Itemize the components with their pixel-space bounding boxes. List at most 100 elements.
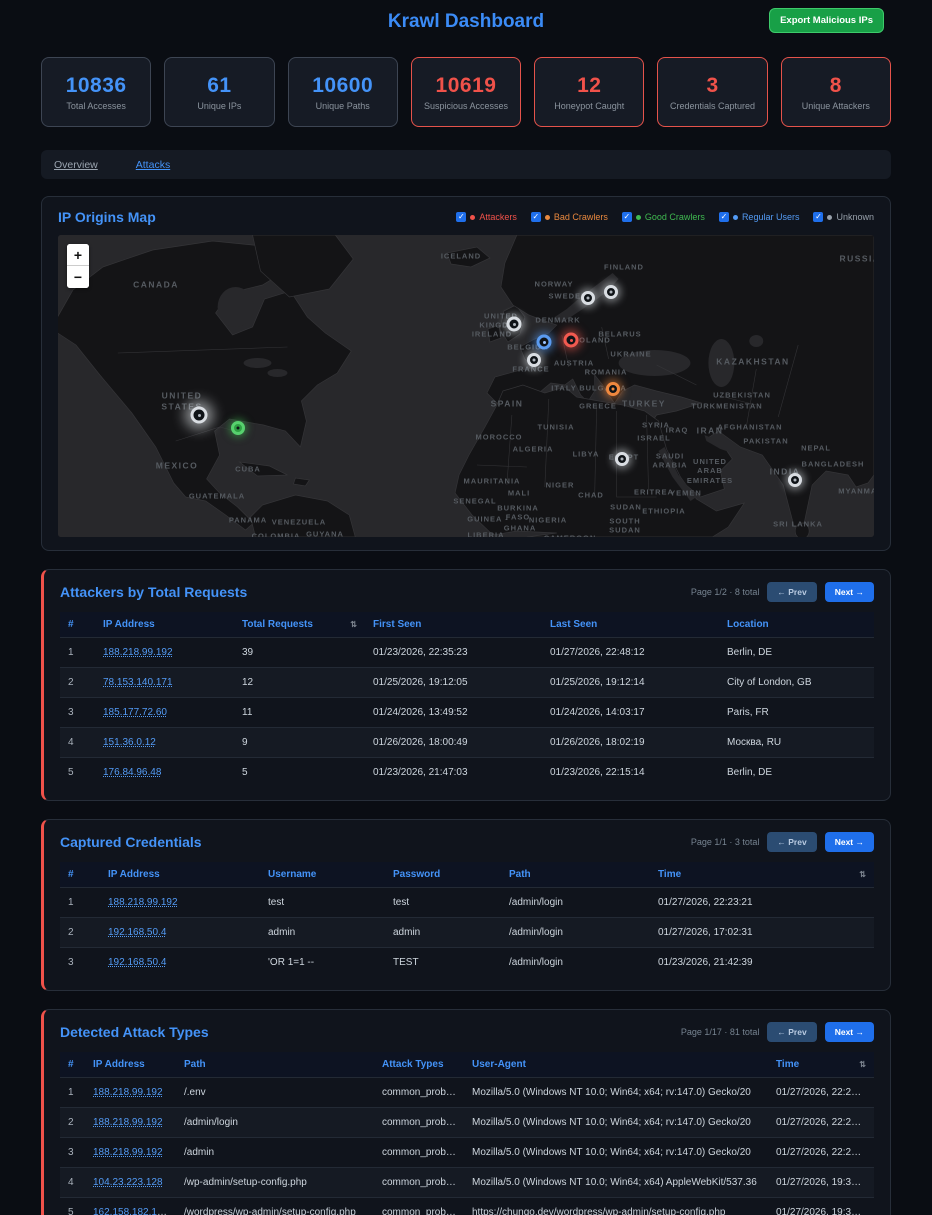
- stat-unique-ips: 61 Unique IPs: [164, 57, 274, 127]
- map-marker-attacker[interactable]: [564, 333, 579, 348]
- legend-regular-users[interactable]: ✓Regular Users: [719, 212, 800, 222]
- ip-link[interactable]: 188.218.99.192: [93, 1147, 163, 1158]
- legend-unknown[interactable]: ✓Unknown: [813, 212, 874, 222]
- attackers-pager: Page 1/2 · 8 total ← Prev Next →: [691, 582, 874, 602]
- attack-types-title: Detected Attack Types: [60, 1024, 209, 1040]
- table-row: 1 188.218.99.192 39 01/23/2026, 22:35:23…: [60, 638, 874, 668]
- stat-value: 10600: [312, 74, 373, 98]
- prev-button[interactable]: ← Prev: [767, 832, 816, 852]
- table-header-row: # IP Address Path Attack Types User-Agen…: [60, 1052, 874, 1078]
- ip-link[interactable]: 185.177.72.60: [103, 707, 167, 718]
- next-button[interactable]: Next →: [825, 582, 874, 602]
- next-button[interactable]: Next →: [825, 1022, 874, 1042]
- zoom-in-button[interactable]: +: [67, 244, 89, 266]
- col-password[interactable]: Password: [385, 862, 501, 888]
- ip-link[interactable]: 104.23.223.128: [93, 1177, 163, 1188]
- col-username[interactable]: Username: [260, 862, 385, 888]
- sort-icon[interactable]: ⇅: [859, 1060, 866, 1069]
- ip-link[interactable]: 192.168.50.4: [108, 957, 166, 968]
- world-map: [58, 235, 874, 537]
- col-index[interactable]: #: [60, 612, 95, 638]
- tab-attacks[interactable]: Attacks: [136, 159, 170, 171]
- checkbox-checked-icon[interactable]: ✓: [531, 212, 541, 222]
- legend-dot-icon: [636, 215, 641, 220]
- legend-dot-icon: [827, 215, 832, 220]
- ip-link[interactable]: 176.84.96.48: [103, 767, 161, 778]
- stat-suspicious-accesses: 10619 Suspicious Accesses: [411, 57, 521, 127]
- map-legend: ✓Attackers ✓Bad Crawlers ✓Good Crawlers …: [456, 212, 874, 222]
- map-marker-unknown[interactable]: [788, 473, 802, 487]
- legend-attackers[interactable]: ✓Attackers: [456, 212, 517, 222]
- ip-link[interactable]: 151.36.0.12: [103, 737, 156, 748]
- sort-icon[interactable]: ⇅: [350, 620, 357, 629]
- next-button[interactable]: Next →: [825, 832, 874, 852]
- table-row: 2 188.218.99.192 /admin/login common_pro…: [60, 1108, 874, 1138]
- stat-label: Suspicious Accesses: [424, 101, 508, 111]
- map-marker-unknown[interactable]: [191, 407, 208, 424]
- export-malicious-ips-button[interactable]: Export Malicious IPs: [769, 8, 884, 33]
- col-path[interactable]: Path: [501, 862, 650, 888]
- credentials-table: # IP Address Username Password Path ⇅Tim…: [60, 862, 874, 977]
- zoom-out-button[interactable]: −: [67, 266, 89, 288]
- prev-button[interactable]: ← Prev: [767, 1022, 816, 1042]
- col-total-requests[interactable]: ⇅Total Requests: [234, 612, 365, 638]
- col-attack-types[interactable]: Attack Types: [374, 1052, 464, 1078]
- legend-dot-icon: [470, 215, 475, 220]
- checkbox-checked-icon[interactable]: ✓: [813, 212, 823, 222]
- col-time[interactable]: ⇅Time: [768, 1052, 874, 1078]
- checkbox-checked-icon[interactable]: ✓: [456, 212, 466, 222]
- table-row: 3 192.168.50.4 'OR 1=1 -- TEST /admin/lo…: [60, 948, 874, 978]
- map-marker-unknown[interactable]: [615, 452, 629, 466]
- attack-types-pager: Page 1/17 · 81 total ← Prev Next →: [681, 1022, 874, 1042]
- map-marker-good[interactable]: [231, 421, 245, 435]
- ip-link[interactable]: 188.218.99.192: [93, 1117, 163, 1128]
- map-marker-unknown[interactable]: [527, 353, 541, 367]
- map-marker-unknown[interactable]: [507, 317, 522, 332]
- tab-overview[interactable]: Overview: [54, 159, 98, 171]
- map-marker-unknown[interactable]: [581, 291, 595, 305]
- stat-value: 8: [830, 74, 842, 98]
- attack-types-card: Detected Attack Types Page 1/17 · 81 tot…: [41, 1009, 891, 1215]
- stat-credentials-captured: 3 Credentials Captured: [657, 57, 767, 127]
- ip-link[interactable]: 188.218.99.192: [93, 1087, 163, 1098]
- prev-button[interactable]: ← Prev: [767, 582, 816, 602]
- map-canvas[interactable]: + − CANADAUNITED STATESMEXICOCUBAGUATEMA…: [58, 235, 874, 537]
- sort-icon[interactable]: ⇅: [859, 870, 866, 879]
- stats-row: 10836 Total Accesses 61 Unique IPs 10600…: [41, 57, 891, 127]
- page-info: Page 1/1 · 3 total: [691, 837, 760, 847]
- checkbox-checked-icon[interactable]: ✓: [719, 212, 729, 222]
- col-user-agent[interactable]: User-Agent: [464, 1052, 768, 1078]
- legend-good-crawlers[interactable]: ✓Good Crawlers: [622, 212, 705, 222]
- stat-label: Total Accesses: [66, 101, 126, 111]
- attackers-title: Attackers by Total Requests: [60, 584, 247, 600]
- table-row: 1 188.218.99.192 test test /admin/login …: [60, 888, 874, 918]
- stat-value: 10836: [66, 74, 127, 98]
- table-row: 2 192.168.50.4 admin admin /admin/login …: [60, 918, 874, 948]
- col-location[interactable]: Location: [719, 612, 874, 638]
- stat-label: Unique Paths: [316, 101, 370, 111]
- col-last-seen[interactable]: Last Seen: [542, 612, 719, 638]
- col-ip-address[interactable]: IP Address: [95, 612, 234, 638]
- ip-link[interactable]: 192.168.50.4: [108, 927, 166, 938]
- map-marker-unknown[interactable]: [604, 285, 618, 299]
- col-path[interactable]: Path: [176, 1052, 374, 1078]
- ip-link[interactable]: 162.158.182.104: [93, 1207, 168, 1215]
- ip-origins-map-card: IP Origins Map ✓Attackers ✓Bad Crawlers …: [41, 196, 891, 551]
- map-marker-bad[interactable]: [606, 382, 620, 396]
- col-index[interactable]: #: [60, 1052, 85, 1078]
- col-ip-address[interactable]: IP Address: [100, 862, 260, 888]
- ip-link[interactable]: 78.153.140.171: [103, 677, 173, 688]
- col-first-seen[interactable]: First Seen: [365, 612, 542, 638]
- stat-label: Unique Attackers: [802, 101, 870, 111]
- col-index[interactable]: #: [60, 862, 100, 888]
- checkbox-checked-icon[interactable]: ✓: [622, 212, 632, 222]
- legend-bad-crawlers[interactable]: ✓Bad Crawlers: [531, 212, 608, 222]
- col-time[interactable]: ⇅Time: [650, 862, 874, 888]
- stat-value: 61: [207, 74, 231, 98]
- stat-value: 12: [577, 74, 601, 98]
- col-ip-address[interactable]: IP Address: [85, 1052, 176, 1078]
- map-marker-regular[interactable]: [537, 335, 552, 350]
- stat-honeypot-caught: 12 Honeypot Caught: [534, 57, 644, 127]
- ip-link[interactable]: 188.218.99.192: [108, 897, 178, 908]
- ip-link[interactable]: 188.218.99.192: [103, 647, 173, 658]
